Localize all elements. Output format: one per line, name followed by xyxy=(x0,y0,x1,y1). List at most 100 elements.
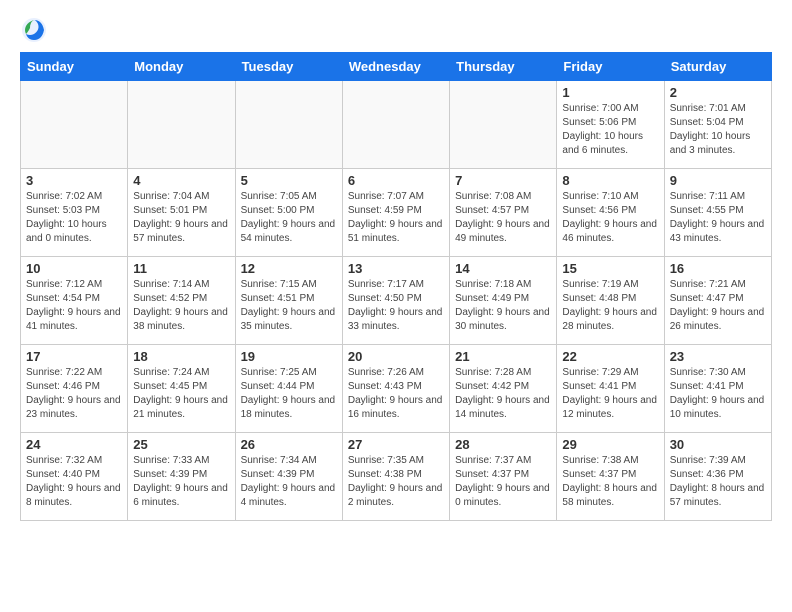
day-info: Sunrise: 7:24 AM Sunset: 4:45 PM Dayligh… xyxy=(133,366,229,422)
day-info: Sunrise: 7:37 AM Sunset: 4:37 PM Dayligh… xyxy=(455,454,551,510)
calendar-cell xyxy=(342,81,449,169)
calendar-cell: 1 Sunrise: 7:00 AM Sunset: 5:06 PM Daylig… xyxy=(557,81,664,169)
day-info: Sunrise: 7:34 AM Sunset: 4:39 PM Dayligh… xyxy=(241,454,337,510)
calendar-cell: 13 Sunrise: 7:17 AM Sunset: 4:50 PM Dayli… xyxy=(342,257,449,345)
calendar-cell: 16 Sunrise: 7:21 AM Sunset: 4:47 PM Dayli… xyxy=(664,257,771,345)
calendar-cell: 25Sunrise: 7:33 AM Sunset: 4:39 PM Dayli… xyxy=(128,433,235,521)
day-number: 12 xyxy=(241,261,337,276)
calendar-week-5: 24Sunrise: 7:32 AM Sunset: 4:40 PM Dayli… xyxy=(21,433,772,521)
calendar-cell: 10 Sunrise: 7:12 AM Sunset: 4:54 PM Dayli… xyxy=(21,257,128,345)
day-number: 16 xyxy=(670,261,766,276)
calendar-cell: 5 Sunrise: 7:05 AM Sunset: 5:00 PM Daylig… xyxy=(235,169,342,257)
day-info: Sunrise: 7:22 AM Sunset: 4:46 PM Dayligh… xyxy=(26,366,122,422)
weekday-header-saturday: Saturday xyxy=(664,53,771,81)
day-info: Sunrise: 7:39 AM Sunset: 4:36 PM Dayligh… xyxy=(670,454,766,510)
logo-icon xyxy=(20,16,48,44)
day-info: Sunrise: 7:18 AM Sunset: 4:49 PM Dayligh… xyxy=(455,278,551,334)
calendar-cell: 21Sunrise: 7:28 AM Sunset: 4:42 PM Dayli… xyxy=(450,345,557,433)
day-number: 27 xyxy=(348,437,444,452)
day-info: Sunrise: 7:12 AM Sunset: 4:54 PM Dayligh… xyxy=(26,278,122,334)
calendar-week-1: 1 Sunrise: 7:00 AM Sunset: 5:06 PM Daylig… xyxy=(21,81,772,169)
day-info: Sunrise: 7:38 AM Sunset: 4:37 PM Dayligh… xyxy=(562,454,658,510)
day-number: 28 xyxy=(455,437,551,452)
calendar-cell: 22 Sunrise: 7:29 AM Sunset: 4:41 PM Dayli… xyxy=(557,345,664,433)
day-number: 29 xyxy=(562,437,658,452)
calendar-cell: 20 Sunrise: 7:26 AM Sunset: 4:43 PM Dayli… xyxy=(342,345,449,433)
day-info: Sunrise: 7:19 AM Sunset: 4:48 PM Dayligh… xyxy=(562,278,658,334)
weekday-header-monday: Monday xyxy=(128,53,235,81)
day-number: 2 xyxy=(670,85,766,100)
day-number: 17 xyxy=(26,349,122,364)
calendar-cell: 18 Sunrise: 7:24 AM Sunset: 4:45 PM Dayli… xyxy=(128,345,235,433)
day-info: Sunrise: 7:28 AM Sunset: 4:42 PM Dayligh… xyxy=(455,366,551,422)
calendar-cell: 2 Sunrise: 7:01 AM Sunset: 5:04 PM Daylig… xyxy=(664,81,771,169)
day-info: Sunrise: 7:30 AM Sunset: 4:41 PM Dayligh… xyxy=(670,366,766,422)
day-number: 4 xyxy=(133,173,229,188)
day-info: Sunrise: 7:17 AM Sunset: 4:50 PM Dayligh… xyxy=(348,278,444,334)
day-number: 11 xyxy=(133,261,229,276)
day-info: Sunrise: 7:08 AM Sunset: 4:57 PM Dayligh… xyxy=(455,190,551,246)
calendar-week-4: 17 Sunrise: 7:22 AM Sunset: 4:46 PM Dayli… xyxy=(21,345,772,433)
day-number: 6 xyxy=(348,173,444,188)
day-number: 1 xyxy=(562,85,658,100)
calendar-cell xyxy=(235,81,342,169)
calendar-cell: 4 Sunrise: 7:04 AM Sunset: 5:01 PM Daylig… xyxy=(128,169,235,257)
day-info: Sunrise: 7:04 AM Sunset: 5:01 PM Dayligh… xyxy=(133,190,229,246)
day-info: Sunrise: 7:11 AM Sunset: 4:55 PM Dayligh… xyxy=(670,190,766,246)
day-info: Sunrise: 7:07 AM Sunset: 4:59 PM Dayligh… xyxy=(348,190,444,246)
day-info: Sunrise: 7:35 AM Sunset: 4:38 PM Dayligh… xyxy=(348,454,444,510)
calendar-cell: 12Sunrise: 7:15 AM Sunset: 4:51 PM Dayli… xyxy=(235,257,342,345)
day-number: 23 xyxy=(670,349,766,364)
day-info: Sunrise: 7:21 AM Sunset: 4:47 PM Dayligh… xyxy=(670,278,766,334)
day-number: 15 xyxy=(562,261,658,276)
calendar-cell: 27 Sunrise: 7:35 AM Sunset: 4:38 PM Dayli… xyxy=(342,433,449,521)
calendar-cell: 26 Sunrise: 7:34 AM Sunset: 4:39 PM Dayli… xyxy=(235,433,342,521)
day-info: Sunrise: 7:10 AM Sunset: 4:56 PM Dayligh… xyxy=(562,190,658,246)
calendar-body: 1 Sunrise: 7:00 AM Sunset: 5:06 PM Daylig… xyxy=(21,81,772,521)
day-info: Sunrise: 7:25 AM Sunset: 4:44 PM Dayligh… xyxy=(241,366,337,422)
weekday-header-thursday: Thursday xyxy=(450,53,557,81)
day-info: Sunrise: 7:05 AM Sunset: 5:00 PM Dayligh… xyxy=(241,190,337,246)
calendar-cell: 6 Sunrise: 7:07 AM Sunset: 4:59 PM Daylig… xyxy=(342,169,449,257)
weekday-header-sunday: Sunday xyxy=(21,53,128,81)
day-info: Sunrise: 7:02 AM Sunset: 5:03 PM Dayligh… xyxy=(26,190,122,246)
day-info: Sunrise: 7:29 AM Sunset: 4:41 PM Dayligh… xyxy=(562,366,658,422)
day-number: 7 xyxy=(455,173,551,188)
header xyxy=(20,16,772,44)
calendar-cell: 11 Sunrise: 7:14 AM Sunset: 4:52 PM Dayli… xyxy=(128,257,235,345)
calendar-cell: 7 Sunrise: 7:08 AM Sunset: 4:57 PM Daylig… xyxy=(450,169,557,257)
day-number: 20 xyxy=(348,349,444,364)
calendar-week-2: 3 Sunrise: 7:02 AM Sunset: 5:03 PM Daylig… xyxy=(21,169,772,257)
weekday-header-friday: Friday xyxy=(557,53,664,81)
calendar-cell: 23 Sunrise: 7:30 AM Sunset: 4:41 PM Dayli… xyxy=(664,345,771,433)
calendar-cell: 29 Sunrise: 7:38 AM Sunset: 4:37 PM Dayli… xyxy=(557,433,664,521)
calendar-week-3: 10 Sunrise: 7:12 AM Sunset: 4:54 PM Dayli… xyxy=(21,257,772,345)
calendar-header: SundayMondayTuesdayWednesdayThursdayFrid… xyxy=(21,53,772,81)
day-number: 14 xyxy=(455,261,551,276)
calendar-cell: 30 Sunrise: 7:39 AM Sunset: 4:36 PM Dayli… xyxy=(664,433,771,521)
calendar-cell: 8 Sunrise: 7:10 AM Sunset: 4:56 PM Daylig… xyxy=(557,169,664,257)
calendar-cell xyxy=(21,81,128,169)
day-number: 30 xyxy=(670,437,766,452)
day-number: 24 xyxy=(26,437,122,452)
day-info: Sunrise: 7:14 AM Sunset: 4:52 PM Dayligh… xyxy=(133,278,229,334)
day-number: 13 xyxy=(348,261,444,276)
day-info: Sunrise: 7:01 AM Sunset: 5:04 PM Dayligh… xyxy=(670,102,766,158)
day-number: 8 xyxy=(562,173,658,188)
day-info: Sunrise: 7:00 AM Sunset: 5:06 PM Dayligh… xyxy=(562,102,658,158)
calendar-cell xyxy=(128,81,235,169)
day-number: 10 xyxy=(26,261,122,276)
day-number: 19 xyxy=(241,349,337,364)
day-number: 5 xyxy=(241,173,337,188)
weekday-header-row: SundayMondayTuesdayWednesdayThursdayFrid… xyxy=(21,53,772,81)
weekday-header-tuesday: Tuesday xyxy=(235,53,342,81)
day-number: 22 xyxy=(562,349,658,364)
day-number: 3 xyxy=(26,173,122,188)
day-info: Sunrise: 7:26 AM Sunset: 4:43 PM Dayligh… xyxy=(348,366,444,422)
calendar-cell: 15 Sunrise: 7:19 AM Sunset: 4:48 PM Dayli… xyxy=(557,257,664,345)
page: SundayMondayTuesdayWednesdayThursdayFrid… xyxy=(0,0,792,531)
day-info: Sunrise: 7:33 AM Sunset: 4:39 PM Dayligh… xyxy=(133,454,229,510)
day-number: 18 xyxy=(133,349,229,364)
calendar-cell xyxy=(450,81,557,169)
day-number: 26 xyxy=(241,437,337,452)
